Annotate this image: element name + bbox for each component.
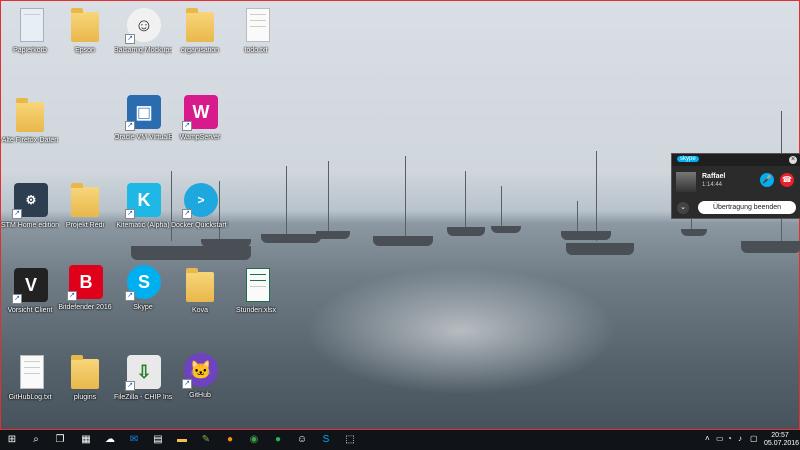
app-icon[interactable]: ▤ [150,432,166,448]
notifications-icon[interactable]: ▢ [750,434,758,443]
file-explorer-icon[interactable]: ▬ [174,432,190,448]
avatar [676,172,696,192]
text-file-icon[interactable]: GitHubLog.txt [1,353,59,402]
folder-icon[interactable]: organisation [171,6,229,55]
folder-icon[interactable]: Kova [171,266,229,315]
firefox-icon[interactable]: ● [222,432,238,448]
clock-date: 05.07.2016 [764,440,800,447]
skype-panel-header: skype × [672,154,800,166]
balsamiq-icon[interactable]: ☺↗ Balsamiq Mockups 3 [114,6,172,55]
github-icon[interactable]: 🐱 ↗ GitHub [171,351,229,400]
balsamiq-taskbar-icon[interactable]: ☺ [294,432,310,448]
folder-icon[interactable]: plugins [56,353,114,402]
excel-file-icon[interactable]: Stunden.xlsx [227,266,285,315]
system-clock[interactable]: 20:57 05.07.2016 [764,432,800,448]
spotify-icon[interactable]: ● [270,432,286,448]
folder-icon[interactable]: Alte Firefox-Daten [1,96,59,145]
desktop-wallpaper: Papierkorb Epson ☺↗ Balsamiq Mockups 3 o… [0,0,800,430]
vorsicht-client-icon[interactable]: V ↗ Vorsicht Client [1,266,59,315]
app-icon[interactable]: ⬚ [342,432,358,448]
folder-icon[interactable]: Projekt Redi [56,181,114,230]
skype-icon[interactable]: S ↗ Skype [114,263,172,312]
volume-icon[interactable]: ♪ [738,434,742,443]
clock-time: 20:57 [771,432,789,439]
skype-logo: skype [677,156,699,162]
folder-icon[interactable]: Epson [56,6,114,55]
outlook-icon[interactable]: ✉ [126,432,142,448]
chrome-icon[interactable]: ◉ [246,432,262,448]
hang-up-icon[interactable]: ☎ [780,173,794,187]
chevron-down-icon[interactable]: ⌄ [677,202,689,214]
filezilla-icon[interactable]: ⇩↗ FileZilla - CHIP Installer [114,353,172,402]
network-icon[interactable]: ◔ [727,434,732,443]
skype-call-panel: skype × Raffael 1:14:44 🎤 ☎ ⌄ Übertragun… [671,153,800,219]
wampserver-icon[interactable]: W ↗ WampServer [171,93,229,142]
end-share-button[interactable]: Übertragung beenden [698,201,796,214]
battery-icon[interactable]: ▭ [716,434,724,443]
text-file-icon[interactable]: todo.txt [227,6,285,55]
taskbar: ⊞ ⌕ ❐ ▦ ☁ ✉ ▤ ▬ ✎ ● ◉ ● ☺ S ⬚ ˄ ▭ ◔ ♪ ▢ … [0,430,800,450]
bitdefender-icon[interactable]: B ↗ Bitdefender 2016 [56,263,114,312]
chevron-up-icon[interactable]: ˄ [705,434,710,443]
docker-icon[interactable]: >↗ Docker Quickstart Terminal [171,181,229,230]
skype-taskbar-icon[interactable]: S [318,432,334,448]
virtualbox-icon[interactable]: ▣↗ Oracle VM VirtualBox [114,93,172,142]
microphone-icon[interactable]: 🎤 [760,173,774,187]
task-view-icon[interactable]: ❐ [52,432,68,448]
search-icon[interactable]: ⌕ [28,432,44,448]
notepad-icon[interactable]: ✎ [198,432,214,448]
recycle-bin-icon[interactable]: Papierkorb [1,6,59,55]
call-duration: 1:14:44 [702,182,723,188]
caller-name: Raffael [702,173,726,180]
close-icon[interactable]: × [789,156,797,164]
kitematic-icon[interactable]: K ↗ Kitematic (Alpha) [114,181,172,230]
stm-icon[interactable]: ⚙ ↗ STM Home edition [1,181,59,230]
calculator-icon[interactable]: ▦ [78,432,94,448]
network-app-icon[interactable]: ☁ [102,432,118,448]
windows-start-icon[interactable]: ⊞ [4,432,20,448]
